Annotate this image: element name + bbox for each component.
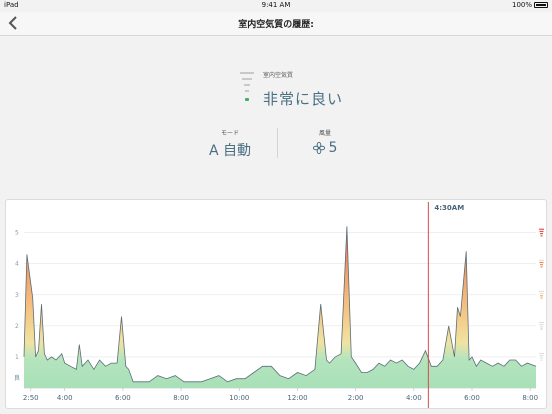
x-tick-label: 12:00 — [287, 394, 307, 402]
x-tick-label: 8:00 — [173, 394, 189, 402]
battery-percent: 100% — [511, 1, 532, 9]
fan-label: 風量 — [318, 130, 331, 137]
x-tick-label: 2:50 — [23, 394, 39, 402]
status-bar: iPad 9:41 AM 100% — [0, 0, 552, 12]
x-tick-label: 6:00 — [464, 394, 480, 402]
x-tick-label: 6:00 — [115, 394, 131, 402]
aq-area-series — [24, 226, 536, 388]
y-tick-label: 3 — [15, 292, 19, 299]
time-marker-label: 4:30AM — [434, 204, 465, 212]
y-tick-label: 1 — [15, 354, 19, 361]
battery-icon — [534, 2, 548, 8]
x-tick-label: 8:00 — [522, 394, 538, 402]
history-chart[interactable]: 5 4 3 2 1 良 2:50 4:00 6:00 8:00 10:00 12:00 2:00 4:0… — [5, 199, 547, 409]
level-icon — [539, 228, 544, 237]
y-tick-label: 2 — [15, 323, 19, 330]
mode-section: モード A 自動 — [200, 128, 260, 160]
air-quality-value: 非常に良い — [263, 90, 344, 108]
y-bottom-label: 良 — [14, 374, 20, 382]
level-icon — [539, 290, 544, 299]
chart-svg: 5 4 3 2 1 良 2:50 4:00 6:00 8:00 10:00 12:00 2:00 4:0… — [14, 202, 544, 408]
fan-section: 風量 5 — [300, 128, 350, 156]
air-quality-label: 室内空気質 — [263, 72, 294, 79]
status-time: 9:41 AM — [261, 1, 291, 9]
divider — [277, 128, 278, 158]
fan-speed-value: 5 — [328, 140, 338, 156]
level-icon — [539, 352, 544, 361]
level-scale-icons — [539, 228, 544, 361]
mode-value: A 自動 — [208, 143, 252, 159]
nav-bar: 室内空気質の履歴: — [0, 12, 552, 36]
page-title: 室内空気質の履歴: — [238, 20, 314, 30]
level-icon — [539, 259, 544, 268]
y-tick-label: 4 — [15, 261, 19, 268]
level-icon — [539, 321, 544, 330]
x-tick-label: 4:00 — [57, 394, 73, 402]
status-right: 100% — [512, 1, 548, 9]
mode-label: モード — [220, 130, 239, 137]
y-tick-label: 5 — [15, 230, 19, 237]
x-tick-label: 10:00 — [229, 394, 249, 402]
fan-icon — [312, 142, 325, 154]
x-tick-label: 2:00 — [348, 394, 364, 402]
fan-value-row: 5 — [300, 140, 350, 156]
air-quality-level-icon — [240, 72, 254, 101]
x-tick-label: 4:00 — [406, 394, 422, 402]
